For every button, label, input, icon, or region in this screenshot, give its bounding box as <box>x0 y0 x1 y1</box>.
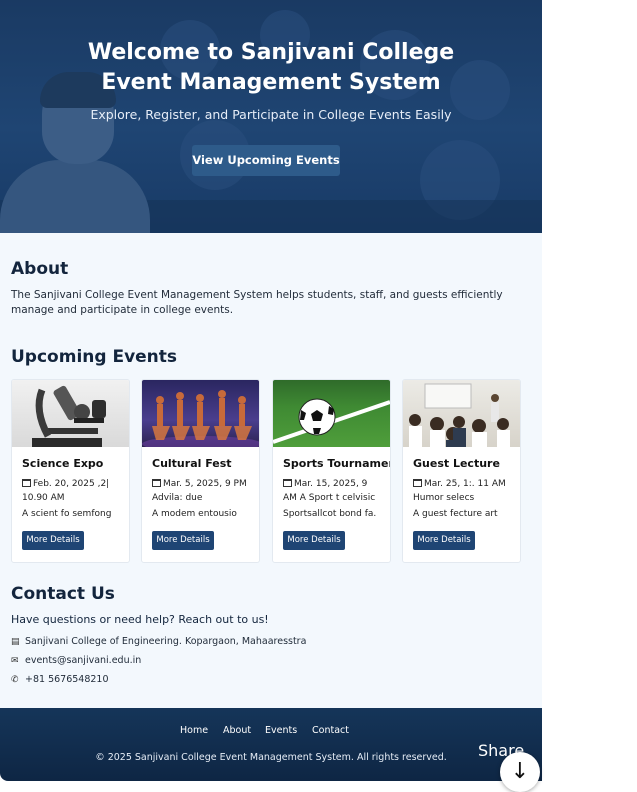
event-title: Guest Lecture <box>413 457 500 470</box>
footer-copyright: © 2025 Sanjivani College Event Managemen… <box>95 752 447 763</box>
lecture-image <box>403 380 520 447</box>
event-date: Feb. 20, 2025 ,2| 10.90 AM <box>22 479 110 503</box>
event-title: Cultural Fest <box>152 457 232 470</box>
event-date: Mar. 25, 1:. 11 AM Humor selecs <box>413 479 506 503</box>
contact-phone: ✆ +81 5676548210 <box>11 674 109 685</box>
footer-link-home[interactable]: Home <box>180 725 208 736</box>
event-description: A scient fo semfong <box>22 509 112 519</box>
hero-subtitle: Explore, Register, and Participate in Co… <box>90 107 452 122</box>
arrow-down-icon: ↓ <box>510 759 530 784</box>
calendar-icon <box>22 479 31 487</box>
football-image <box>273 380 390 447</box>
view-upcoming-events-button[interactable]: View Upcoming Events <box>192 145 340 176</box>
more-details-button[interactable]: More Details <box>22 531 84 550</box>
about-heading: About <box>11 259 69 279</box>
event-description: A modem entousio <box>152 509 237 519</box>
event-title: Science Expo <box>22 457 104 470</box>
calendar-icon <box>152 479 161 487</box>
contact-email[interactable]: ✉ events@sanjivani.edu.in <box>11 655 141 666</box>
mail-icon: ✉ <box>11 656 19 666</box>
event-card: Guest Lecture Mar. 25, 1:. 11 AM Humor s… <box>402 379 521 563</box>
more-details-button[interactable]: More Details <box>283 531 345 550</box>
contact-lead: Have questions or need help? Reach out t… <box>11 613 269 626</box>
event-description: A guest fecture art <box>413 509 498 519</box>
event-card: Cultural Fest Mar. 5, 2025, 9 PM Advilа:… <box>141 379 260 563</box>
phone-icon: ✆ <box>11 675 19 685</box>
building-icon: ▤ <box>11 637 20 647</box>
event-card: Science Expo Feb. 20, 2025 ,2| 10.90 AM … <box>11 379 130 563</box>
calendar-icon <box>283 479 292 487</box>
calendar-icon <box>413 479 422 487</box>
footer <box>0 708 542 781</box>
hero-banner: Welcome to Sanjivani College Event Manag… <box>0 0 542 233</box>
event-date: Mar. 15, 2025, 9 AM A Sport t celvisic <box>283 479 376 503</box>
about-text: The Sanjivani College Event Management S… <box>11 289 503 316</box>
microscope-image <box>12 380 129 447</box>
more-details-button[interactable]: More Details <box>152 531 214 550</box>
event-card: Sports Tournament Mar. 15, 2025, 9 AM A … <box>272 379 391 563</box>
footer-link-contact[interactable]: Contact <box>312 725 349 736</box>
page: Welcome to Sanjivani College Event Manag… <box>0 0 542 781</box>
hero-person-image <box>0 160 150 233</box>
more-details-button[interactable]: More Details <box>413 531 475 550</box>
event-description: Sportsallcot bond fa. <box>283 509 377 519</box>
events-heading: Upcoming Events <box>11 347 178 367</box>
contact-heading: Contact Us <box>11 584 115 604</box>
footer-link-events[interactable]: Events <box>265 725 297 736</box>
footer-link-about[interactable]: About <box>223 725 251 736</box>
contact-address: ▤ Sanjivani College of Engineering. Kopar… <box>11 636 307 647</box>
event-date: Mar. 5, 2025, 9 PM Advilа: due <box>152 479 247 503</box>
hero-title: Welcome to Sanjivani College Event Manag… <box>87 40 455 95</box>
share-button[interactable]: ↓ <box>500 752 540 792</box>
event-title: Sports Tournament <box>283 457 391 470</box>
dance-image <box>142 380 259 447</box>
